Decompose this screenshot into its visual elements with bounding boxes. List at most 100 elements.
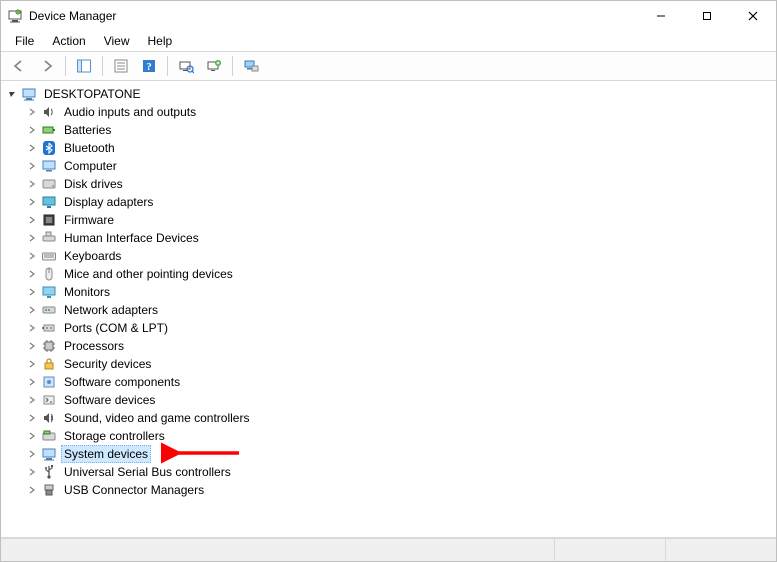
menu-help[interactable]: Help <box>140 32 181 50</box>
expand-arrow-icon[interactable] <box>25 465 39 479</box>
expand-arrow-icon[interactable] <box>25 339 39 353</box>
security-icon <box>41 356 57 372</box>
tree-item[interactable]: Processors <box>25 337 776 355</box>
computer-icon <box>41 158 57 174</box>
network-icon <box>41 302 57 318</box>
tree-item-label: Software devices <box>61 391 158 409</box>
tree-item[interactable]: Security devices <box>25 355 776 373</box>
display-icon <box>41 194 57 210</box>
toolbar-separator <box>167 56 168 76</box>
expand-arrow-icon[interactable] <box>25 321 39 335</box>
tree-item[interactable]: Monitors <box>25 283 776 301</box>
tree-item[interactable]: Storage controllers <box>25 427 776 445</box>
expand-arrow-icon[interactable] <box>25 375 39 389</box>
expand-arrow-icon[interactable] <box>25 447 39 461</box>
tree-item[interactable]: Disk drives <box>25 175 776 193</box>
tree-item-label: Batteries <box>61 121 114 139</box>
tree-item[interactable]: Network adapters <box>25 301 776 319</box>
tree-item[interactable]: Software devices <box>25 391 776 409</box>
minimize-button[interactable] <box>638 1 684 31</box>
expand-arrow-icon[interactable] <box>25 231 39 245</box>
tree-item-label: Security devices <box>61 355 154 373</box>
toolbar-scan-button[interactable] <box>173 53 199 79</box>
expand-arrow-icon[interactable] <box>25 303 39 317</box>
system-device-icon <box>41 446 57 462</box>
disk-icon <box>41 176 57 192</box>
tree-item-label: Firmware <box>61 211 117 229</box>
expand-arrow-icon[interactable] <box>25 195 39 209</box>
toolbar: ? <box>1 51 776 81</box>
storage-icon <box>41 428 57 444</box>
toolbar-help-button[interactable]: ? <box>136 53 162 79</box>
keyboard-icon <box>41 248 57 264</box>
tree-item[interactable]: System devices <box>25 445 776 463</box>
statusbar-cell <box>1 539 554 561</box>
toolbar-separator <box>232 56 233 76</box>
tree-item-label: Processors <box>61 337 127 355</box>
expand-arrow-icon[interactable] <box>25 267 39 281</box>
expand-arrow-icon[interactable] <box>25 159 39 173</box>
sound-icon <box>41 410 57 426</box>
tree-item[interactable]: Audio inputs and outputs <box>25 103 776 121</box>
expand-arrow-icon[interactable] <box>25 357 39 371</box>
titlebar: Device Manager <box>1 1 776 31</box>
close-button[interactable] <box>730 1 776 31</box>
software-component-icon <box>41 374 57 390</box>
tree-item-label: Computer <box>61 157 120 175</box>
expand-arrow-icon[interactable] <box>5 87 19 101</box>
expand-arrow-icon[interactable] <box>25 483 39 497</box>
tree-item-label: Mice and other pointing devices <box>61 265 236 283</box>
tree-root-node[interactable]: DESKTOPATONE <box>5 85 776 103</box>
toolbar-console-tree-button[interactable] <box>71 53 97 79</box>
tree-item[interactable]: Ports (COM & LPT) <box>25 319 776 337</box>
expand-arrow-icon[interactable] <box>25 411 39 425</box>
tree-item[interactable]: Computer <box>25 157 776 175</box>
device-manager-window: Device Manager File Action View Help ? <box>0 0 777 562</box>
toolbar-devices-printers-button[interactable] <box>238 53 264 79</box>
statusbar-cell <box>554 539 665 561</box>
tree-item-label: Software components <box>61 373 183 391</box>
tree-item-label: Keyboards <box>61 247 124 265</box>
toolbar-add-legacy-button[interactable] <box>201 53 227 79</box>
tree-item[interactable]: Sound, video and game controllers <box>25 409 776 427</box>
statusbar <box>1 538 776 561</box>
tree-item-label: Audio inputs and outputs <box>61 103 199 121</box>
menu-action[interactable]: Action <box>44 32 93 50</box>
tree-item[interactable]: Human Interface Devices <box>25 229 776 247</box>
expand-arrow-icon[interactable] <box>25 141 39 155</box>
tree-item[interactable]: USB Connector Managers <box>25 481 776 499</box>
tree-item-label: Bluetooth <box>61 139 118 157</box>
statusbar-cell <box>665 539 776 561</box>
tree-item[interactable]: Firmware <box>25 211 776 229</box>
app-icon <box>7 8 23 24</box>
monitor-icon <box>41 284 57 300</box>
maximize-button[interactable] <box>684 1 730 31</box>
tree-item-label: Human Interface Devices <box>61 229 202 247</box>
tree-item-label: Monitors <box>61 283 113 301</box>
toolbar-separator <box>102 56 103 76</box>
toolbar-properties-button[interactable] <box>108 53 134 79</box>
expand-arrow-icon[interactable] <box>25 123 39 137</box>
audio-icon <box>41 104 57 120</box>
tree-item[interactable]: Universal Serial Bus controllers <box>25 463 776 481</box>
expand-arrow-icon[interactable] <box>25 285 39 299</box>
tree-item[interactable]: Batteries <box>25 121 776 139</box>
expand-arrow-icon[interactable] <box>25 249 39 263</box>
expand-arrow-icon[interactable] <box>25 393 39 407</box>
expand-arrow-icon[interactable] <box>25 105 39 119</box>
tree-item[interactable]: Mice and other pointing devices <box>25 265 776 283</box>
device-tree-pane[interactable]: DESKTOPATONE Audio inputs and outputsBat… <box>1 81 776 538</box>
expand-arrow-icon[interactable] <box>25 213 39 227</box>
bluetooth-icon <box>41 140 57 156</box>
toolbar-back-button[interactable] <box>6 53 32 79</box>
tree-item-label: USB Connector Managers <box>61 481 207 499</box>
tree-item[interactable]: Keyboards <box>25 247 776 265</box>
expand-arrow-icon[interactable] <box>25 177 39 191</box>
tree-item[interactable]: Bluetooth <box>25 139 776 157</box>
tree-item[interactable]: Display adapters <box>25 193 776 211</box>
menu-file[interactable]: File <box>7 32 42 50</box>
toolbar-forward-button[interactable] <box>34 53 60 79</box>
tree-item[interactable]: Software components <box>25 373 776 391</box>
menu-view[interactable]: View <box>96 32 138 50</box>
expand-arrow-icon[interactable] <box>25 429 39 443</box>
